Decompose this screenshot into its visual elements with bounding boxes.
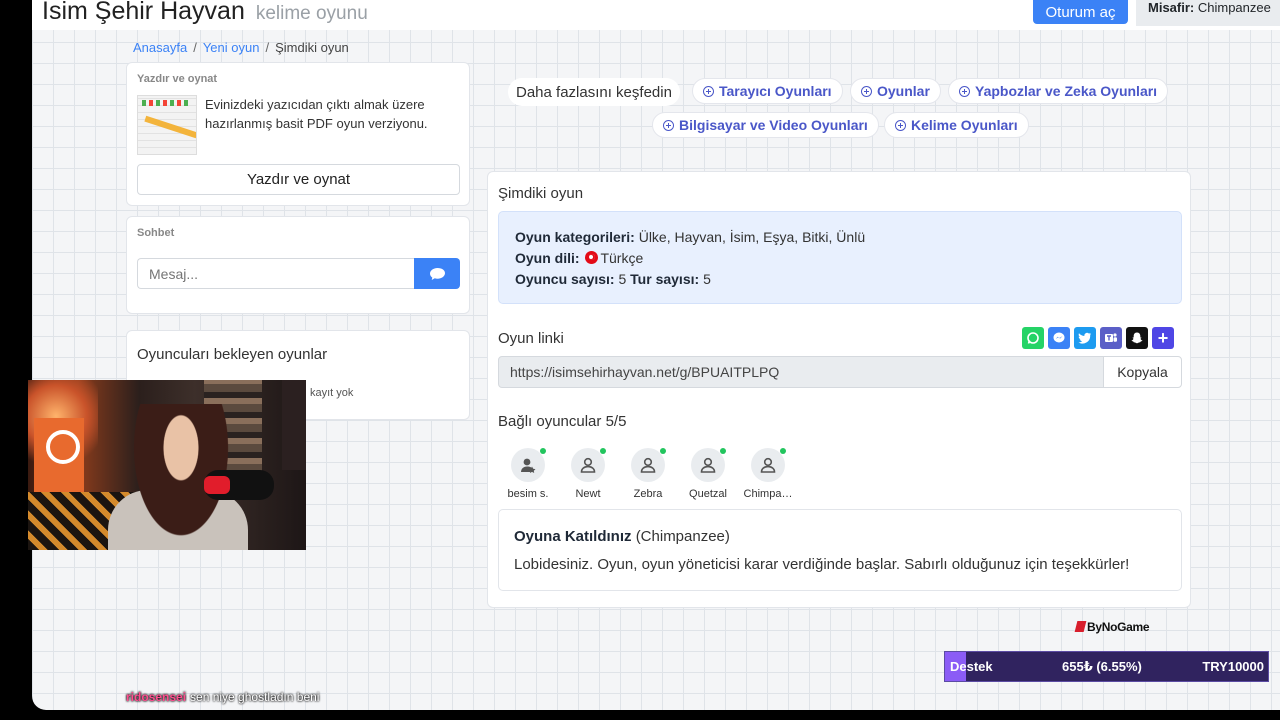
player-name: Zebra: [633, 488, 663, 500]
chip-browser-games[interactable]: Tarayıcı Oyunları: [692, 78, 843, 104]
joined-message: Lobidesiniz. Oyun, oyun yöneticisi karar…: [514, 556, 1130, 573]
explore-more-section: Daha fazlasını keşfedin Tarayıcı Oyunlar…: [508, 76, 1198, 140]
support-goal: TRY10000: [1202, 659, 1264, 674]
joined-game-notice: Oyuna Katıldınız (Chimpanzee) Lobidesini…: [498, 509, 1182, 591]
player-name: Chimpa…: [743, 488, 793, 500]
player-item: Quetzal: [678, 448, 738, 500]
online-indicator: [780, 448, 786, 454]
waiting-games-title: Oyuncuları bekleyen oyunlar: [137, 346, 328, 363]
round-count-label: Tur sayısı:: [630, 271, 700, 287]
player-name: besim s.: [507, 488, 549, 500]
player-count-label: Oyuncu sayısı:: [515, 271, 615, 287]
print-card-title: Yazdır ve oynat: [137, 73, 218, 85]
print-and-play-button[interactable]: Yazdır ve oynat: [137, 164, 460, 195]
breadcrumb-home-link[interactable]: Anasayfa: [133, 40, 187, 55]
copy-link-button[interactable]: Kopyala: [1103, 356, 1182, 388]
language-value: Türkçe: [600, 250, 644, 266]
categories-label: Oyun kategorileri:: [515, 229, 635, 245]
support-amount: 655₺ (6.55%): [1062, 658, 1142, 674]
chat-title: Sohbet: [137, 227, 175, 239]
connected-players-label: Bağlı oyuncular 5/5: [498, 413, 627, 430]
print-card: Yazdır ve oynat Evinizdeki yazıcıdan çık…: [126, 62, 470, 206]
round-count-value: 5: [703, 271, 711, 287]
connected-players-list: besim s. Newt Zebra Quetzal Chimpa…: [498, 448, 798, 500]
online-indicator: [600, 448, 606, 454]
stream-chat-message: ridosensei sen niye ghostladın beni: [126, 690, 319, 704]
online-indicator: [720, 448, 726, 454]
plus-circle-icon: [959, 85, 970, 97]
waiting-games-empty: kayıt yok: [310, 387, 354, 399]
chat-username: ridosensei: [126, 690, 187, 704]
messenger-icon[interactable]: [1048, 327, 1070, 349]
login-button[interactable]: Oturum aç: [1033, 0, 1128, 24]
chip-games[interactable]: Oyunlar: [850, 78, 941, 104]
twitter-icon[interactable]: [1074, 327, 1096, 349]
support-goal-bar: Destek 655₺ (6.55%) TRY10000: [944, 651, 1269, 682]
game-link-input[interactable]: https://isimsehirhayvan.net/g/BPUAITPLPQ: [498, 356, 1114, 388]
categories-value: Ülke, Hayvan, İsim, Eşya, Bitki, Ünlü: [638, 229, 866, 245]
bynogame-icon: [1074, 621, 1087, 632]
user-icon: [571, 448, 606, 482]
user-icon: [691, 448, 726, 482]
breadcrumb-new-game-link[interactable]: Yeni oyun: [203, 40, 260, 55]
player-name: Newt: [575, 488, 601, 500]
turkey-flag-icon: [585, 251, 599, 264]
brand-subtitle: kelime oyunu: [255, 3, 368, 24]
online-indicator: [540, 448, 546, 454]
support-label: Destek: [950, 659, 993, 674]
player-item: Zebra: [618, 448, 678, 500]
chip-puzzles[interactable]: Yapbozlar ve Zeka Oyunları: [948, 78, 1169, 104]
chat-message-input[interactable]: [137, 258, 414, 289]
plus-circle-icon: [703, 85, 714, 97]
player-name: Quetzal: [689, 488, 727, 500]
chat-send-button[interactable]: [414, 258, 460, 289]
plus-circle-icon: [663, 119, 674, 131]
whatsapp-icon[interactable]: [1022, 327, 1044, 349]
user-icon: [631, 448, 666, 482]
chip-video-games[interactable]: Bilgisayar ve Video Oyunları: [652, 112, 879, 138]
admin-user-icon: [511, 448, 546, 482]
player-item: Chimpa…: [738, 448, 798, 500]
guest-name: Chimpanzee: [1197, 0, 1271, 15]
breadcrumb: Anasayfa / Yeni oyun / Şimdiki oyun: [133, 40, 349, 55]
online-indicator: [660, 448, 666, 454]
plus-icon[interactable]: +: [1152, 327, 1174, 349]
plus-circle-icon: [895, 119, 906, 131]
share-buttons: +: [1022, 327, 1174, 349]
pencil-icon: [144, 115, 196, 139]
guest-label: Misafir:: [1148, 0, 1195, 15]
player-count-value: 5: [618, 271, 627, 287]
chat-card: Sohbet: [126, 216, 470, 314]
chip-word-games[interactable]: Kelime Oyunları: [884, 112, 1029, 138]
explore-more-label: Daha fazlasını keşfedin: [508, 78, 680, 106]
game-link-label: Oyun linki: [498, 330, 564, 347]
print-description: Evinizdeki yazıcıdan çıktı almak üzere h…: [205, 97, 428, 131]
game-info-box: Oyun kategorileri: Ülke, Hayvan, İsim, E…: [498, 211, 1182, 304]
player-item: Newt: [558, 448, 618, 500]
microphone-icon: [204, 470, 274, 500]
plus-circle-icon: [861, 85, 872, 97]
current-game-title: Şimdiki oyun: [498, 185, 584, 202]
joined-title: Oyuna Katıldınız: [514, 528, 632, 545]
teams-icon[interactable]: [1100, 327, 1122, 349]
language-label: Oyun dili:: [515, 250, 580, 266]
player-item: besim s.: [498, 448, 558, 500]
snapchat-icon[interactable]: [1126, 327, 1148, 349]
guest-user-menu[interactable]: Misafir: Chimpanzee: [1136, 0, 1280, 26]
breadcrumb-current: Şimdiki oyun: [275, 40, 349, 55]
brand-title: Isim Şehir Hayvan: [42, 0, 245, 25]
site-logo[interactable]: Isim Şehir Hayvan kelime oyunu: [42, 0, 368, 26]
print-thumbnail: [137, 95, 197, 155]
streamer-webcam: [28, 380, 306, 550]
chat-bubble-icon: [429, 267, 445, 280]
current-game-card: Şimdiki oyun Oyun kategorileri: Ülke, Ha…: [487, 171, 1191, 608]
chat-text: sen niye ghostladın beni: [190, 690, 320, 704]
joined-player-name: (Chimpanzee): [635, 528, 730, 545]
sponsor-logo: ByNoGame: [1074, 620, 1150, 634]
user-icon: [751, 448, 786, 482]
